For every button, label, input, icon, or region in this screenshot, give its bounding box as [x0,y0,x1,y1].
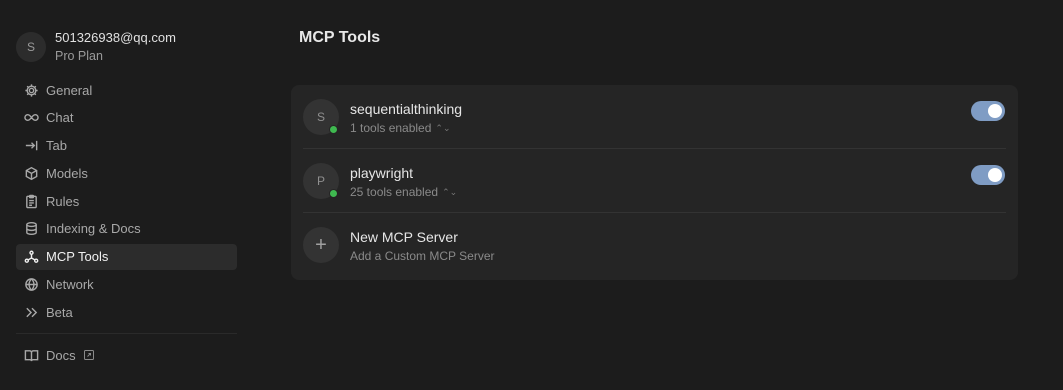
globe-icon [23,277,39,293]
nav-label: MCP Tools [46,249,109,265]
chevron-up-down-icon: ⌃⌄ [442,186,458,197]
server-toggle[interactable] [971,101,1005,121]
account-email: 501326938@qq.com [55,30,176,45]
tools-enabled-label: 1 tools enabled [350,121,432,135]
nav-item-indexing-docs[interactable]: Indexing & Docs [16,216,237,242]
nav-item-models[interactable]: Models [16,160,237,186]
server-row: P playwright 25 tools enabled ⌃⌄ [291,149,1018,213]
status-indicator [329,125,338,134]
tools-enabled-label: 25 tools enabled [350,185,439,199]
nav-item-tab[interactable]: Tab [16,133,237,159]
arrow-right-to-line-icon [23,138,39,154]
new-server-title: New MCP Server [350,229,458,245]
avatar: S [16,32,46,62]
account-info: S 501326938@qq.com Pro Plan [16,28,176,66]
sidebar: S 501326938@qq.com Pro Plan General Chat… [0,0,250,390]
gear-icon [23,82,39,98]
toggle-knob [988,168,1002,182]
nav-item-rules[interactable]: Rules [16,188,237,214]
chevrons-right-icon [23,304,39,320]
page-title: MCP Tools [299,29,381,46]
new-server-subtitle: Add a Custom MCP Server [350,249,495,263]
mcp-server-list: S sequentialthinking 1 tools enabled ⌃⌄ … [291,85,1018,280]
nav-label: Models [46,165,88,181]
docs-label: Docs [46,347,76,363]
nav-label: Rules [46,193,80,209]
nav-label: Indexing & Docs [46,221,141,237]
server-row: S sequentialthinking 1 tools enabled ⌃⌄ [291,85,1018,149]
nav-label: Tab [46,138,67,154]
cube-icon [23,165,39,181]
book-icon [23,347,39,363]
nav-label: Chat [46,110,74,126]
nav-item-network[interactable]: Network [16,272,237,298]
chevron-up-down-icon: ⌃⌄ [435,122,451,133]
docs-link[interactable]: Docs [23,347,94,363]
server-name: playwright [350,165,414,181]
nav-label: Network [46,277,94,293]
nav-label: General [46,82,93,98]
new-mcp-server-button[interactable]: + New MCP Server Add a Custom MCP Server [291,213,1018,277]
infinity-icon [23,110,39,126]
external-link-icon [83,350,94,360]
settings-nav: General Chat Tab Models Rules Indexing &… [16,77,237,327]
nav-label: Beta [46,304,73,320]
toggle-knob [988,104,1002,118]
nav-item-beta[interactable]: Beta [16,299,237,325]
account-plan: Pro Plan [55,49,103,63]
tools-enabled-dropdown[interactable]: 1 tools enabled ⌃⌄ [350,121,451,135]
clipboard-icon [23,193,39,209]
server-name: sequentialthinking [350,101,463,117]
tools-enabled-dropdown[interactable]: 25 tools enabled ⌃⌄ [350,185,457,199]
sidebar-divider [16,333,237,334]
nav-item-chat[interactable]: Chat [16,105,237,131]
server-toggle[interactable] [971,165,1005,185]
nav-item-general[interactable]: General [16,77,237,103]
plus-icon: + [303,227,339,263]
nav-item-mcp-tools[interactable]: MCP Tools [16,243,237,270]
mcp-icon [23,249,39,265]
database-icon [23,221,39,237]
status-indicator [329,189,338,198]
